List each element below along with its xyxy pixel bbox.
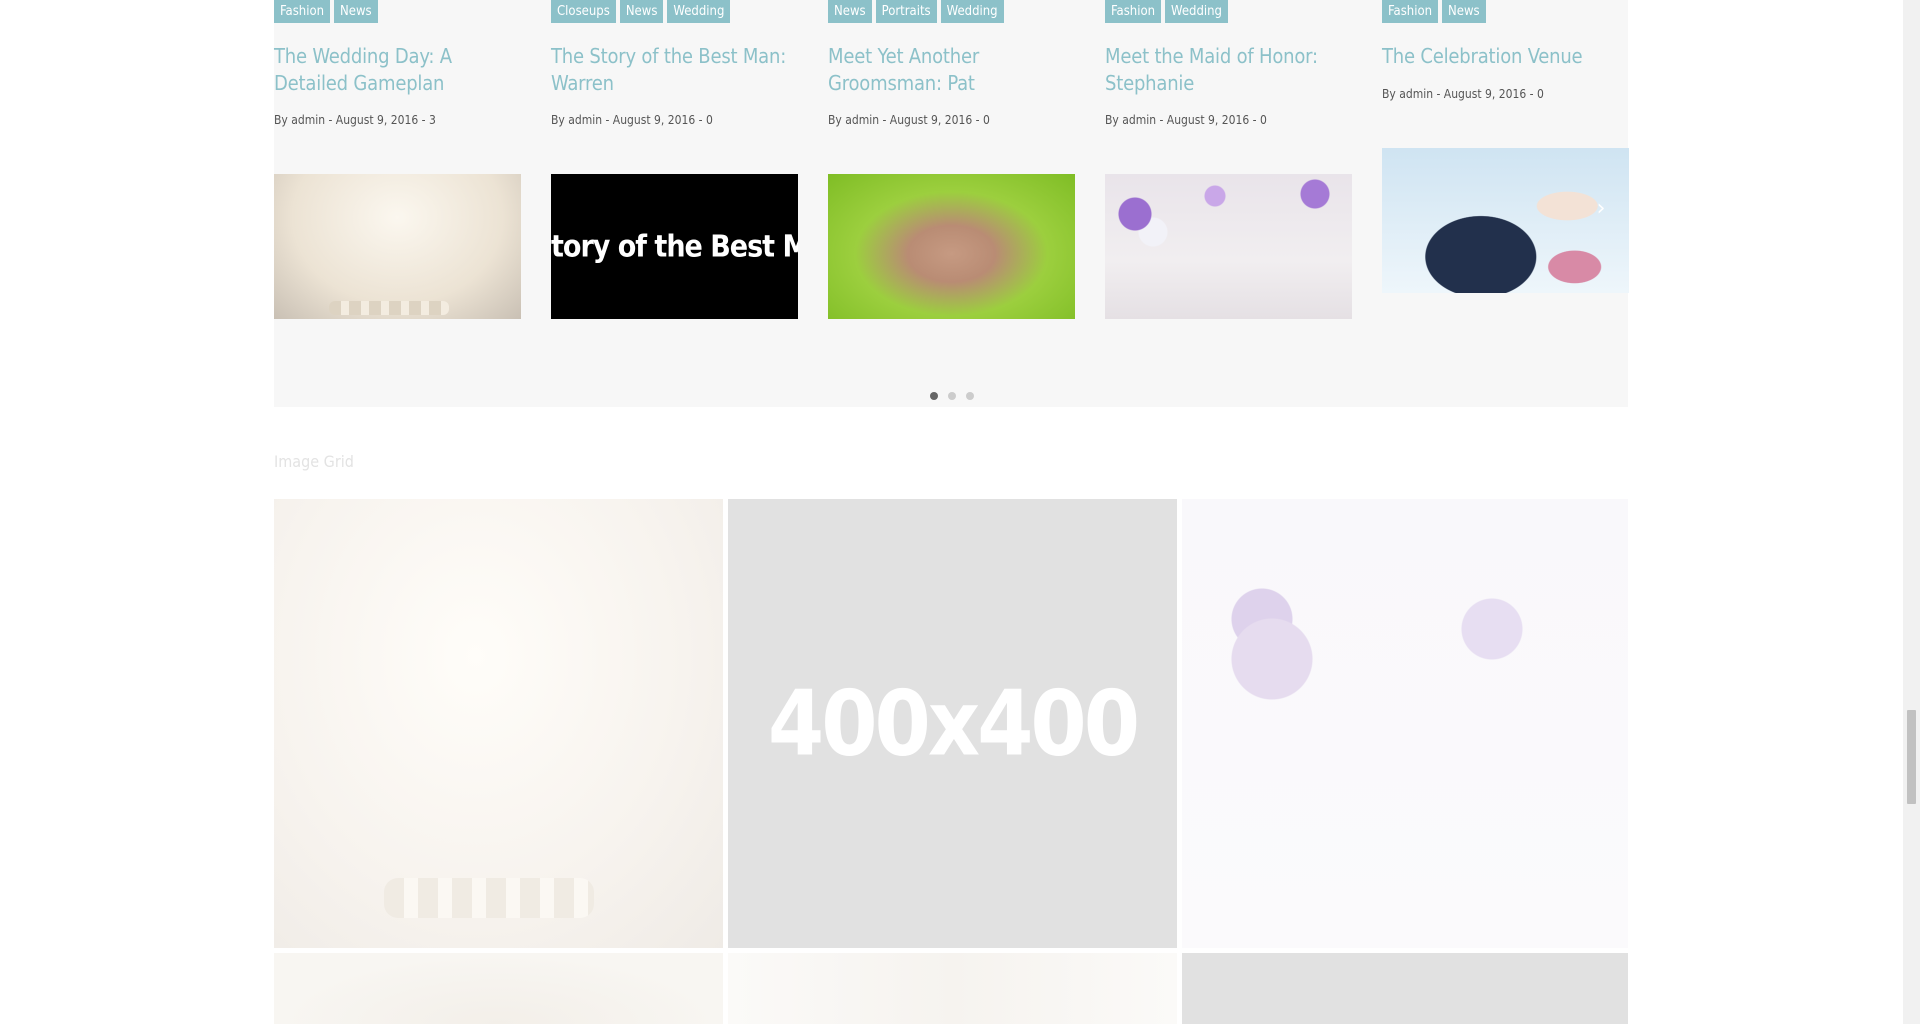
post-meta: By admin - August 9, 2016 - 0 [1105, 113, 1267, 127]
pagination-dot[interactable] [948, 392, 956, 400]
grid-image-placeholder[interactable]: 400x400 [728, 499, 1177, 948]
tag-link[interactable]: Fashion [274, 0, 331, 23]
post-card: News Portraits Wedding Meet Yet Another … [828, 0, 1075, 320]
section-title: Image Grid [274, 452, 354, 471]
post-meta: By admin - August 9, 2016 - 0 [1382, 87, 1544, 101]
thumbnail-text: tory of the Best Man: W [551, 229, 798, 264]
tag-link[interactable]: Wedding [940, 0, 1004, 23]
placeholder-text: 400x400 [767, 671, 1140, 776]
post-thumbnail[interactable] [1105, 174, 1352, 319]
tag-link[interactable]: News [1442, 0, 1486, 23]
post-card: Closeups News Wedding The Story of the B… [551, 0, 798, 320]
post-tags: Closeups News Wedding [551, 0, 731, 23]
tag-link[interactable]: News [619, 0, 664, 23]
post-title-link[interactable]: The Wedding Day: A Detailed Gameplan [274, 43, 521, 97]
post-card: Fashion News The Celebration Venue By ad… [1382, 0, 1629, 320]
post-thumbnail[interactable] [274, 174, 521, 319]
shoes-graphic [384, 878, 594, 918]
grid-image[interactable] [728, 953, 1177, 1024]
carousel-pagination [930, 392, 974, 400]
tag-link[interactable]: Fashion [1105, 0, 1162, 23]
post-thumbnail[interactable] [828, 174, 1075, 319]
post-title-link[interactable]: The Celebration Venue [1382, 43, 1629, 70]
pagination-dot[interactable] [966, 392, 974, 400]
post-tags: Fashion Wedding [1105, 0, 1228, 23]
page-scrollbar[interactable] [1903, 0, 1920, 1024]
shoes-graphic [329, 301, 449, 315]
post-title-link[interactable]: The Story of the Best Man: Warren [551, 43, 798, 97]
chevron-right-icon[interactable]: › [1591, 197, 1611, 221]
post-card: Fashion News The Wedding Day: A Detailed… [274, 0, 521, 320]
scrollbar-thumb[interactable] [1907, 710, 1916, 804]
post-meta: By admin - August 9, 2016 - 0 [551, 113, 713, 127]
post-title-link[interactable]: Meet Yet Another Groomsman: Pat [828, 43, 1075, 97]
post-card: Fashion Wedding Meet the Maid of Honor: … [1105, 0, 1352, 320]
post-thumbnail[interactable]: tory of the Best Man: W [551, 174, 798, 319]
tag-link[interactable]: News [334, 0, 378, 23]
post-tags: Fashion News [1382, 0, 1486, 23]
tag-link[interactable]: Portraits [875, 0, 937, 23]
grid-image[interactable] [274, 499, 723, 948]
grid-image[interactable] [274, 953, 723, 1024]
post-title-link[interactable]: Meet the Maid of Honor: Stephanie [1105, 43, 1352, 97]
grid-image-placeholder[interactable] [1182, 953, 1628, 1024]
post-tags: News Portraits Wedding [828, 0, 1004, 23]
post-meta: By admin - August 9, 2016 - 3 [274, 113, 436, 127]
tag-link[interactable]: Wedding [1165, 0, 1228, 23]
pagination-dot[interactable] [930, 392, 938, 400]
post-tags: Fashion News [274, 0, 378, 23]
tag-link[interactable]: Wedding [667, 0, 731, 23]
grid-image[interactable] [1182, 499, 1628, 948]
tag-link[interactable]: News [828, 0, 872, 23]
post-meta: By admin - August 9, 2016 - 0 [828, 113, 990, 127]
tag-link[interactable]: Fashion [1382, 0, 1439, 23]
tag-link[interactable]: Closeups [551, 0, 616, 23]
